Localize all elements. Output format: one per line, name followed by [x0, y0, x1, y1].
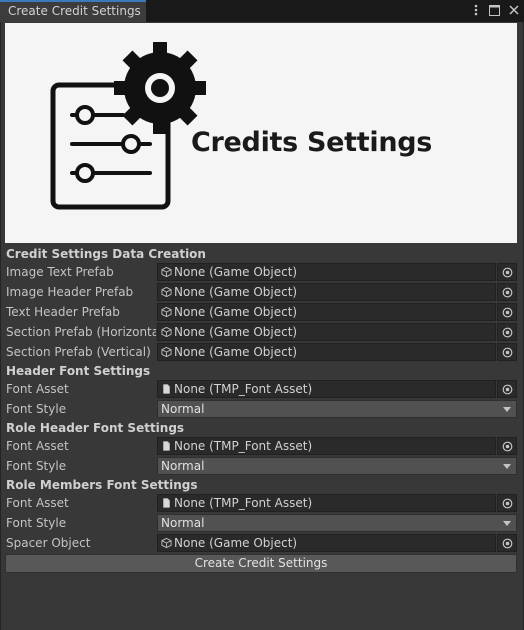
window-controls	[469, 3, 520, 17]
role-header-font-asset-value: None (TMP_Font Asset)	[174, 439, 313, 453]
role-header-font-asset-label: Font Asset	[6, 439, 69, 453]
object-picker-icon	[502, 267, 512, 277]
tab-create-credit-settings[interactable]: Create Credit Settings	[0, 0, 146, 22]
text-header-prefab-label: Text Header Prefab	[6, 305, 120, 319]
chevron-down-icon	[503, 407, 511, 412]
section-prefab-horizontal-picker[interactable]	[497, 323, 517, 341]
image-header-prefab-value: None (Game Object)	[174, 285, 298, 299]
section-header-font: Header Font Settings	[6, 364, 151, 378]
image-text-prefab-picker[interactable]	[497, 263, 517, 281]
role-members-font-style-label: Font Style	[6, 516, 67, 530]
header-font-asset-picker[interactable]	[497, 380, 517, 398]
cube-icon	[161, 286, 172, 298]
maximize-icon[interactable]	[488, 3, 501, 17]
role-members-font-asset-value: None (TMP_Font Asset)	[174, 496, 313, 510]
object-picker-icon	[502, 441, 512, 451]
section-prefab-vertical-field[interactable]: None (Game Object)	[157, 343, 496, 361]
section-prefab-vertical-label: Section Prefab (Vertical)	[6, 345, 151, 359]
chevron-down-icon	[503, 521, 511, 526]
header-font-style-dropdown[interactable]: Normal	[157, 400, 517, 418]
role-members-font-asset-label: Font Asset	[6, 496, 69, 510]
kebab-menu-icon[interactable]	[469, 3, 482, 17]
image-text-prefab-field[interactable]: None (Game Object)	[157, 263, 496, 281]
object-picker-icon	[502, 498, 512, 508]
spacer-object-label: Spacer Object	[6, 536, 91, 550]
role-header-font-style-value: Normal	[161, 459, 205, 473]
header-font-asset-label: Font Asset	[6, 382, 69, 396]
spacer-object-value: None (Game Object)	[174, 536, 298, 550]
role-members-font-style-dropdown[interactable]: Normal	[157, 514, 517, 532]
object-picker-icon	[502, 287, 512, 297]
create-credit-settings-button[interactable]: Create Credit Settings	[5, 554, 517, 573]
role-members-font-asset-field[interactable]: None (TMP_Font Asset)	[157, 494, 496, 512]
cube-icon	[161, 326, 172, 338]
text-header-prefab-value: None (Game Object)	[174, 305, 298, 319]
banner-title: Credits Settings	[191, 127, 433, 158]
object-picker-icon	[502, 384, 512, 394]
role-header-font-asset-picker[interactable]	[497, 437, 517, 455]
section-data-creation: Credit Settings Data Creation	[6, 247, 206, 261]
section-prefab-vertical-value: None (Game Object)	[174, 345, 298, 359]
spacer-object-field[interactable]: None (Game Object)	[157, 534, 496, 552]
cube-icon	[161, 346, 172, 358]
role-members-font-style-value: Normal	[161, 516, 205, 530]
chevron-down-icon	[503, 464, 511, 469]
section-prefab-horizontal-field[interactable]: None (Game Object)	[157, 323, 496, 341]
section-prefab-horizontal-label: Section Prefab (Horizontal)	[6, 325, 156, 339]
role-header-font-asset-field[interactable]: None (TMP_Font Asset)	[157, 437, 496, 455]
image-text-prefab-value: None (Game Object)	[174, 265, 298, 279]
text-header-prefab-field[interactable]: None (Game Object)	[157, 303, 496, 321]
file-icon	[163, 498, 170, 508]
cube-icon	[161, 306, 172, 318]
section-prefab-horizontal-value: None (Game Object)	[174, 325, 298, 339]
text-header-prefab-picker[interactable]	[497, 303, 517, 321]
role-header-font-style-dropdown[interactable]: Normal	[157, 457, 517, 475]
header-font-asset-field[interactable]: None (TMP_Font Asset)	[157, 380, 496, 398]
image-header-prefab-picker[interactable]	[497, 283, 517, 301]
section-prefab-vertical-picker[interactable]	[497, 343, 517, 361]
header-font-style-label: Font Style	[6, 402, 67, 416]
banner-image: Credits Settings	[5, 23, 517, 243]
close-icon[interactable]	[507, 3, 520, 17]
file-icon	[163, 441, 170, 451]
image-header-prefab-field[interactable]: None (Game Object)	[157, 283, 496, 301]
object-picker-icon	[502, 307, 512, 317]
object-picker-icon	[502, 538, 512, 548]
role-members-font-asset-picker[interactable]	[497, 494, 517, 512]
cube-icon	[161, 266, 172, 278]
header-font-asset-value: None (TMP_Font Asset)	[174, 382, 313, 396]
image-header-prefab-label: Image Header Prefab	[6, 285, 134, 299]
role-header-font-style-label: Font Style	[6, 459, 67, 473]
spacer-object-picker[interactable]	[497, 534, 517, 552]
object-picker-icon	[502, 327, 512, 337]
section-role-members-font: Role Members Font Settings	[6, 478, 198, 492]
object-picker-icon	[502, 347, 512, 357]
tab-bar: Create Credit Settings	[0, 0, 524, 22]
cube-icon	[161, 537, 172, 549]
file-icon	[163, 384, 170, 394]
header-font-style-value: Normal	[161, 402, 205, 416]
image-text-prefab-label: Image Text Prefab	[6, 265, 114, 279]
section-role-header-font: Role Header Font Settings	[6, 421, 185, 435]
